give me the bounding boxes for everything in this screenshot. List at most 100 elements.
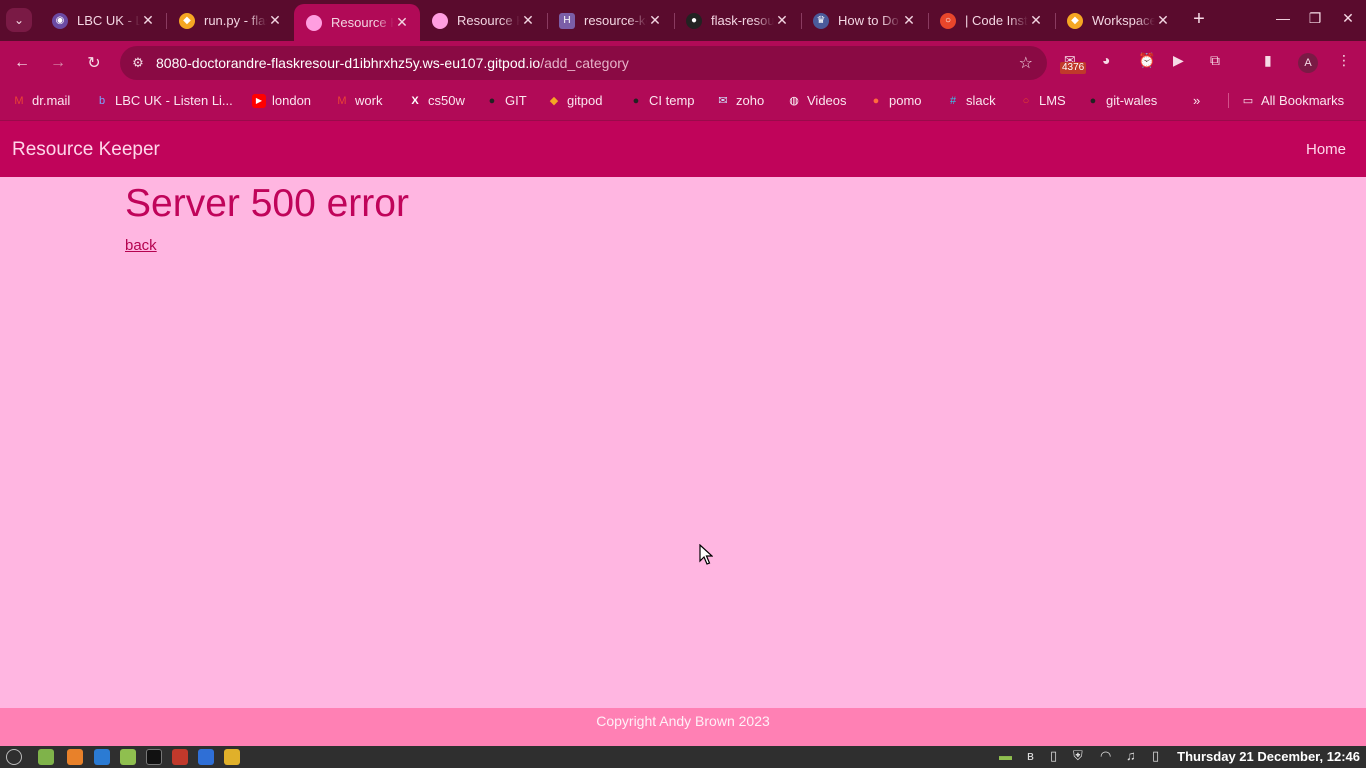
bookmark-label: LMS <box>1039 93 1066 108</box>
site-settings-icon[interactable]: ⚙ <box>120 55 156 71</box>
firefox-icon[interactable] <box>67 749 83 765</box>
gitpod-icon: ◆ <box>549 95 559 107</box>
vscode-icon[interactable] <box>94 749 110 765</box>
bookmark-london[interactable]: ▶ london <box>252 93 311 108</box>
chevron-double-right-icon: » <box>1193 93 1201 108</box>
desktop-icon[interactable] <box>38 749 54 765</box>
bookmark-ci-temp[interactable]: ● CI temp <box>629 93 695 108</box>
bookmark-videos[interactable]: ◍ Videos <box>787 93 846 108</box>
site-footer: Copyright Andy Brown 2023 <box>0 708 1366 746</box>
tab-resource-keeper-active[interactable]: Resource Keeper ✕ <box>294 4 420 41</box>
globe-icon: ◍ <box>789 95 799 107</box>
pink-circle-icon <box>432 12 448 29</box>
back-link[interactable]: back <box>125 237 157 254</box>
reload-button[interactable]: ↻ <box>82 51 106 75</box>
bookmark-label: LBC UK - Listen Li... <box>115 93 233 108</box>
tab-search-button[interactable]: ⌄ <box>6 8 32 32</box>
bluetooth-app-icon[interactable] <box>198 749 214 765</box>
browser-tabstrip: ⌄ ◉ LBC UK - Listen Live ✕ ◆ run.py - fl… <box>0 0 1366 41</box>
tray-wifi-icon[interactable]: ◠ <box>1100 748 1111 764</box>
close-icon[interactable]: ✕ <box>1028 12 1044 29</box>
bookmark-label: pomo <box>889 93 922 108</box>
bookmark-slack[interactable]: # slack <box>946 93 996 108</box>
tab-lbc[interactable]: ◉ LBC UK - Listen Live ✕ <box>40 5 166 36</box>
tab-heroku[interactable]: H resource-keeper ✕ <box>547 5 673 36</box>
close-icon[interactable]: ✕ <box>140 12 156 29</box>
tray-clipboard-icon[interactable]: ▯ <box>1050 748 1057 764</box>
bookmark-zoho[interactable]: ✉ zoho <box>716 93 764 108</box>
brand-logo-text[interactable]: Resource Keeper <box>12 139 160 161</box>
close-icon[interactable]: ✕ <box>520 12 536 29</box>
bookmarks-overflow-button[interactable]: » <box>1193 93 1200 108</box>
close-icon: ✕ <box>1342 10 1354 26</box>
tab-how-to[interactable]: ♛ How to Do ✕ <box>801 5 927 36</box>
tab-resource-keeper[interactable]: Resource Keeper ✕ <box>420 5 546 36</box>
site-navbar: Resource Keeper Home <box>0 121 1366 177</box>
extension-record-icon[interactable]: ▶ <box>1173 52 1184 69</box>
extensions-puzzle-icon[interactable]: ⧉ <box>1210 52 1220 69</box>
minimize-button[interactable]: — <box>1273 10 1293 26</box>
bookmark-gitpod[interactable]: ◆ gitpod <box>547 93 603 108</box>
all-bookmarks-label: All Bookmarks <box>1261 93 1345 108</box>
forward-button[interactable]: → <box>46 51 70 75</box>
side-panel-icon[interactable]: ▮ <box>1264 52 1272 69</box>
tab-title: | Code Institute <box>965 13 1028 28</box>
github-icon: ● <box>686 12 702 29</box>
tab-title: flask-resource <box>711 13 774 28</box>
close-icon[interactable]: ✕ <box>647 12 663 29</box>
back-button[interactable]: ← <box>10 51 34 75</box>
all-bookmarks-button[interactable]: ▭ All Bookmarks <box>1228 93 1344 108</box>
bookmark-cs50w[interactable]: Xcs50w <box>408 93 465 108</box>
image-viewer-icon[interactable] <box>172 749 188 765</box>
taskbar-clock[interactable]: Thursday 21 December, 12:46 <box>1177 749 1360 764</box>
web-page: Resource Keeper Home Server 500 error ba… <box>0 121 1366 746</box>
close-window-button[interactable]: ✕ <box>1338 10 1358 27</box>
tab-title: Workspaces <box>1092 13 1155 28</box>
bookmark-pomo[interactable]: ● pomo <box>869 93 922 108</box>
tab-code-institute[interactable]: ○ | Code Institute ✕ <box>928 5 1054 36</box>
tab-title: Resource Keeper <box>457 13 520 28</box>
maximize-icon: ❐ <box>1308 10 1322 26</box>
bookmark-git-wales[interactable]: ● git-wales <box>1086 93 1158 108</box>
bookmark-star-icon[interactable]: ☆ <box>1019 53 1033 73</box>
nav-home-link[interactable]: Home <box>1306 141 1346 158</box>
chrome-icon[interactable] <box>224 749 240 765</box>
tray-music-icon[interactable]: ♫ <box>1126 748 1136 763</box>
profile-avatar[interactable]: A <box>1298 53 1318 73</box>
plus-icon: + <box>1193 8 1205 30</box>
tray-shield-icon[interactable]: ⛨ <box>1073 748 1083 764</box>
close-icon[interactable]: ✕ <box>774 12 790 29</box>
bookmark-dr-mail[interactable]: Mdr.mail <box>12 93 70 108</box>
close-icon[interactable]: ✕ <box>394 14 410 31</box>
code-institute-icon: ○ <box>940 12 956 29</box>
lbc-icon: b <box>98 94 106 107</box>
tab-github[interactable]: ● flask-resource ✕ <box>674 5 800 36</box>
close-icon[interactable]: ✕ <box>1155 12 1171 29</box>
terminal-icon[interactable] <box>146 749 162 765</box>
menu-kebab-icon[interactable]: ⋮ <box>1337 52 1351 69</box>
maximize-button[interactable]: ❐ <box>1305 10 1325 27</box>
files-icon[interactable] <box>120 749 136 765</box>
tab-title: Resource Keeper <box>331 15 394 30</box>
extension-alarm-icon[interactable]: ⏰ <box>1138 52 1155 69</box>
tab-workspaces[interactable]: ◆ Workspaces ✕ <box>1055 5 1181 36</box>
start-menu-icon[interactable] <box>6 749 22 765</box>
tab-run-py[interactable]: ◆ run.py - flask ✕ <box>167 5 293 36</box>
bookmark-lbc[interactable]: b LBC UK - Listen Li... <box>95 93 233 108</box>
bookmark-work[interactable]: Mwork <box>335 93 382 108</box>
tray-bluetooth-icon[interactable]: ʙ <box>1027 748 1034 763</box>
bookmark-lms[interactable]: ○ LMS <box>1019 93 1066 108</box>
close-icon[interactable]: ✕ <box>901 12 917 29</box>
mouse-cursor-icon <box>699 544 713 565</box>
tray-folder-icon[interactable]: ▬ <box>999 748 1012 763</box>
gitpod-icon: ◆ <box>1067 12 1083 29</box>
bookmark-label: CI temp <box>649 93 695 108</box>
extension-dark-icon[interactable]: ◕ <box>1102 52 1110 68</box>
tray-battery-icon[interactable]: ▯ <box>1152 748 1159 764</box>
folder-icon: ▭ <box>1242 95 1254 107</box>
close-icon[interactable]: ✕ <box>267 12 283 29</box>
bookmark-git[interactable]: ● GIT <box>485 93 527 108</box>
new-tab-button[interactable]: + <box>1188 8 1210 32</box>
tomato-icon: ● <box>872 94 880 107</box>
address-bar[interactable]: ⚙ 8080-doctorandre-flaskresour-d1ibhrxhz… <box>120 46 1047 80</box>
